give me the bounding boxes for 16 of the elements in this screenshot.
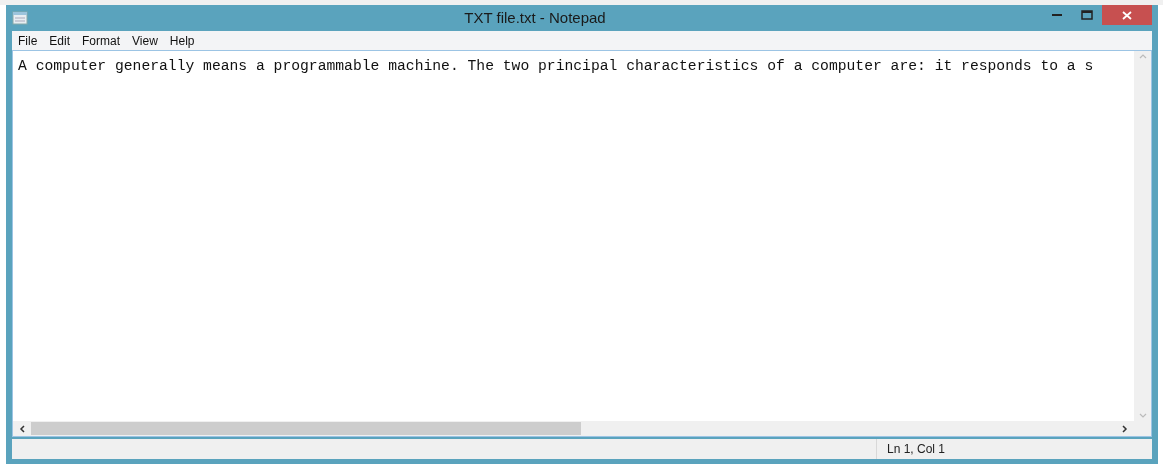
menu-item[interactable]: File xyxy=(13,31,43,50)
cursor-position: Ln 1, Col 1 xyxy=(887,441,946,458)
menu-item[interactable]: Format xyxy=(77,31,126,50)
close-button[interactable] xyxy=(1102,5,1152,25)
notepad-icon xyxy=(12,11,28,25)
close-icon xyxy=(1122,10,1132,20)
menu-item[interactable]: View xyxy=(127,31,163,50)
minimize-icon xyxy=(1052,13,1062,17)
maximize-icon xyxy=(1081,10,1093,20)
menu-item[interactable]: Help xyxy=(164,31,200,50)
menu-item[interactable]: Edit xyxy=(44,31,76,50)
scroll-right-icon[interactable] xyxy=(1122,424,1128,433)
window-title: TXT file.txt - Notepad xyxy=(464,9,606,26)
scroll-left-icon[interactable] xyxy=(19,424,25,433)
document-text[interactable]: A computer generally means a programmable machine. The two principal characteristics of a computer are: it responds to a s xyxy=(18,58,1094,74)
scrollbar-thumb[interactable] xyxy=(31,422,581,435)
